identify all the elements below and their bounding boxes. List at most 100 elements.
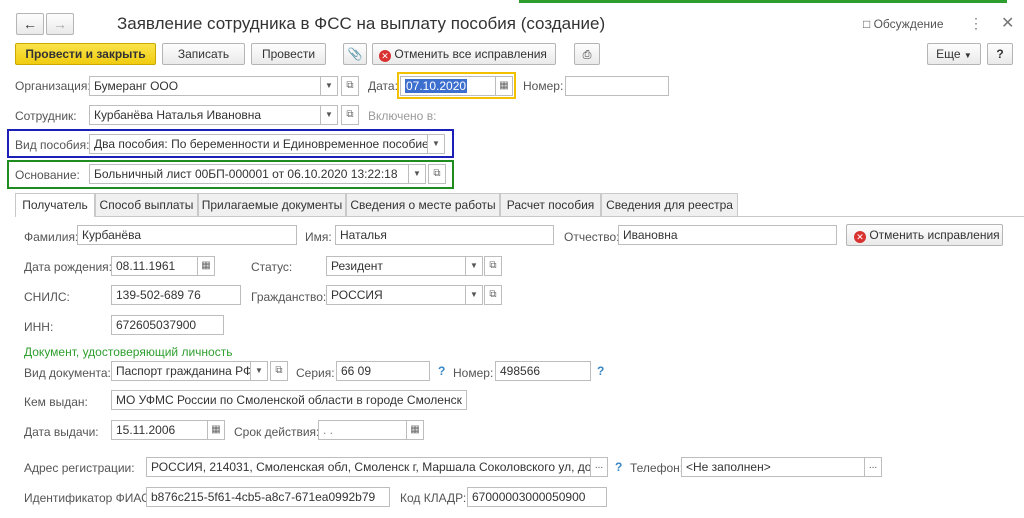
discussion-link[interactable]: □ Обсуждение bbox=[863, 17, 944, 31]
patronymic-field[interactable]: Ивановна bbox=[618, 225, 837, 245]
menu-icon[interactable]: ⋮ bbox=[969, 15, 983, 32]
arrow-right-icon: → bbox=[53, 16, 67, 32]
phone-select-button[interactable]: ... bbox=[864, 457, 882, 477]
snils-label: СНИЛС: bbox=[24, 290, 70, 304]
phone-field[interactable]: <Не заполнен> bbox=[681, 457, 865, 477]
address-help-icon[interactable]: ? bbox=[615, 460, 622, 474]
inn-label: ИНН: bbox=[24, 320, 54, 334]
kladr-field[interactable]: 67000003000050900 bbox=[467, 487, 607, 507]
validity-calendar-button[interactable]: ▦ bbox=[406, 420, 424, 440]
cancel-all-corrections-button[interactable]: ✕ Отменить все исправления bbox=[372, 43, 556, 65]
series-label: Серия: bbox=[296, 366, 335, 380]
citizenship-field[interactable]: РОССИЯ bbox=[326, 285, 466, 305]
printer-icon: ⎙ bbox=[582, 49, 592, 61]
status-open-button[interactable]: ⧉ bbox=[484, 256, 502, 276]
doc-number-label: Номер: bbox=[453, 366, 494, 380]
status-field[interactable]: Резидент bbox=[326, 256, 466, 276]
citizenship-open-button[interactable]: ⧉ bbox=[484, 285, 502, 305]
basis-open-button[interactable]: ⧉ bbox=[428, 164, 446, 184]
address-select-button[interactable]: ... bbox=[590, 457, 608, 477]
chevron-down-icon: ▼ bbox=[963, 51, 972, 60]
org-label: Организация: bbox=[15, 79, 91, 93]
address-field[interactable]: РОССИЯ, 214031, Смоленская обл, Смоленск… bbox=[146, 457, 591, 477]
validity-label: Срок действия: bbox=[234, 425, 320, 439]
status-label: Статус: bbox=[251, 260, 293, 274]
chat-icon: □ bbox=[863, 17, 871, 31]
help-button[interactable]: ? bbox=[987, 43, 1013, 65]
save-button[interactable]: Записать bbox=[162, 43, 245, 65]
paperclip-icon: 📎 bbox=[347, 47, 363, 61]
date-value: 07.10.2020 bbox=[405, 79, 468, 93]
status-dropdown-button[interactable]: ▼ bbox=[465, 256, 483, 276]
doc-type-dropdown-button[interactable]: ▼ bbox=[250, 361, 268, 381]
forward-button[interactable]: → bbox=[46, 13, 74, 35]
org-field[interactable]: Бумеранг ООО bbox=[89, 76, 321, 96]
benefit-label: Вид пособия: bbox=[15, 138, 90, 152]
lastname-field[interactable]: Курбанёва bbox=[77, 225, 297, 245]
doc-number-help-icon[interactable]: ? bbox=[597, 364, 604, 378]
validity-field[interactable]: . . bbox=[318, 420, 407, 440]
tab-registry-info[interactable]: Сведения для реестра bbox=[601, 193, 738, 216]
org-dropdown-button[interactable]: ▼ bbox=[320, 76, 338, 96]
issued-by-label: Кем выдан: bbox=[24, 395, 88, 409]
address-label: Адрес регистрации: bbox=[24, 461, 135, 475]
doc-type-label: Вид документа: bbox=[24, 366, 111, 380]
employee-dropdown-button[interactable]: ▼ bbox=[320, 105, 338, 125]
issue-date-field[interactable]: 15.11.2006 bbox=[111, 420, 208, 440]
number-field[interactable] bbox=[565, 76, 669, 96]
firstname-field[interactable]: Наталья bbox=[335, 225, 554, 245]
date-label: Дата: bbox=[368, 79, 398, 93]
included-label: Включено в: bbox=[368, 109, 437, 123]
citizenship-dropdown-button[interactable]: ▼ bbox=[465, 285, 483, 305]
patronymic-label: Отчество: bbox=[564, 230, 620, 244]
snils-field[interactable]: 139-502-689 76 bbox=[111, 285, 241, 305]
citizenship-label: Гражданство: bbox=[251, 290, 327, 304]
employee-field[interactable]: Курбанёва Наталья Ивановна bbox=[89, 105, 321, 125]
basis-dropdown-button[interactable]: ▼ bbox=[408, 164, 426, 184]
top-accent-line bbox=[519, 0, 1007, 3]
close-icon[interactable]: ✕ bbox=[1001, 13, 1014, 33]
id-section-title: Документ, удостоверяющий личность bbox=[24, 345, 233, 359]
page-title: Заявление сотрудника в ФСС на выплату по… bbox=[117, 14, 606, 33]
date-field[interactable]: 07.10.2020 bbox=[400, 76, 496, 96]
issue-date-calendar-button[interactable]: ▦ bbox=[207, 420, 225, 440]
cancel-corrections-button[interactable]: ✕ Отменить исправления bbox=[846, 224, 1003, 246]
doc-number-field[interactable]: 498566 bbox=[495, 361, 591, 381]
benefit-field[interactable]: Два пособия: По беременности и Единоврем… bbox=[89, 134, 428, 154]
cancel-icon: ✕ bbox=[854, 231, 866, 243]
fias-label: Идентификатор ФИАС: bbox=[24, 491, 154, 505]
tab-workplace-info[interactable]: Сведения о месте работы bbox=[346, 193, 500, 216]
doc-type-open-button[interactable]: ⧉ bbox=[270, 361, 288, 381]
basis-label: Основание: bbox=[15, 168, 80, 182]
lastname-label: Фамилия: bbox=[24, 230, 79, 244]
birthdate-calendar-button[interactable]: ▦ bbox=[197, 256, 215, 276]
issue-date-label: Дата выдачи: bbox=[24, 425, 99, 439]
tab-attached-documents[interactable]: Прилагаемые документы bbox=[198, 193, 346, 216]
series-help-icon[interactable]: ? bbox=[438, 364, 445, 378]
back-button[interactable]: ← bbox=[16, 13, 44, 35]
cancel-icon: ✕ bbox=[379, 50, 391, 62]
date-calendar-button[interactable]: ▦ bbox=[495, 76, 513, 96]
firstname-label: Имя: bbox=[305, 230, 332, 244]
attach-button[interactable]: 📎 bbox=[343, 43, 367, 65]
tab-payment-method[interactable]: Способ выплаты bbox=[95, 193, 198, 216]
more-button[interactable]: Еще ▼ bbox=[927, 43, 981, 65]
fias-field[interactable]: b876c215-5f61-4cb5-a8c7-671ea0992b79 bbox=[146, 487, 390, 507]
doc-type-field[interactable]: Паспорт гражданина РФ bbox=[111, 361, 251, 381]
series-field[interactable]: 66 09 bbox=[336, 361, 430, 381]
tab-benefit-calculation[interactable]: Расчет пособия bbox=[500, 193, 601, 216]
number-label: Номер: bbox=[523, 79, 564, 93]
org-open-button[interactable]: ⧉ bbox=[341, 76, 359, 96]
tab-recipient[interactable]: Получатель bbox=[15, 193, 95, 217]
employee-open-button[interactable]: ⧉ bbox=[341, 105, 359, 125]
birthdate-field[interactable]: 08.11.1961 bbox=[111, 256, 198, 276]
kladr-label: Код КЛАДР: bbox=[400, 491, 467, 505]
post-and-close-button[interactable]: Провести и закрыть bbox=[15, 43, 156, 65]
issued-by-field[interactable]: МО УФМС России по Смоленской области в г… bbox=[111, 390, 467, 410]
basis-field[interactable]: Больничный лист 00БП-000001 от 06.10.202… bbox=[89, 164, 409, 184]
benefit-dropdown-button[interactable]: ▼ bbox=[427, 134, 445, 154]
post-button[interactable]: Провести bbox=[251, 43, 326, 65]
inn-field[interactable]: 672605037900 bbox=[111, 315, 224, 335]
print-button[interactable]: ⎙ bbox=[574, 43, 600, 65]
tab-strip-line bbox=[15, 216, 1024, 217]
